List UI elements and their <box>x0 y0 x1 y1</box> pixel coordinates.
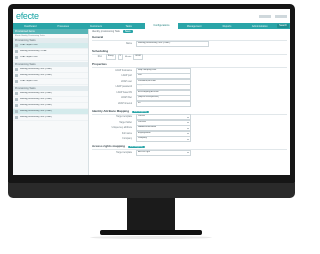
sidebar-item-label: Identity provisioning Task (LDAP) <box>20 116 53 119</box>
sidebar-item-label: Identity provisioning / LDAP <box>20 50 47 53</box>
sidebar-sections: Provisioning Tasks LDAP Import Task Identi… <box>13 38 88 121</box>
access-title: Access rights mapping <box>92 144 126 148</box>
form-field: Target template Access right <box>92 149 287 156</box>
form-field: LDAP timeout 60 <box>92 100 287 107</box>
field-select[interactable]: company <box>136 136 191 143</box>
sidebar-item-label: Identity provisioning Task (LDAP) <box>20 74 53 77</box>
sidebar-item-label: Identity provisioning Task (LDAP) <box>20 68 53 71</box>
field-label: LDAP base DN <box>116 91 132 94</box>
monitor-chin <box>8 183 295 198</box>
save-button[interactable]: Save <box>122 30 133 33</box>
app-logo[interactable]: efecte <box>16 11 39 21</box>
sidebar-item[interactable]: LDAP Import Task <box>13 79 88 85</box>
stand-shadow <box>90 236 212 239</box>
tab-processes[interactable]: Processes <box>47 25 80 28</box>
tab-administration[interactable]: Administration <box>243 25 276 28</box>
main-panel: Identity provisioning Task Save General … <box>89 29 290 175</box>
task-icon <box>15 92 18 95</box>
task-icon <box>15 68 18 71</box>
access-fields: Target template Access right <box>92 149 287 156</box>
sidebar-item-label: LDAP Import Task <box>20 44 38 47</box>
task-icon <box>15 56 18 59</box>
sidebar-item-label: Identity provisioning Task (LDAP) <box>20 104 53 107</box>
field-label: LDAP port <box>121 75 132 78</box>
top-menu-item[interactable] <box>275 14 287 18</box>
top-bar: efecte <box>13 9 290 23</box>
breadcrumb: Identity provisioning Task Save <box>92 30 287 33</box>
field-label: Target folder <box>119 121 132 124</box>
field-label: Company <box>122 138 132 141</box>
tab-tasks[interactable]: Tasks <box>112 25 145 28</box>
sidebar-item-label: LDAP Import Task <box>20 56 38 59</box>
edit-mapping-button[interactable]: Edit mapping <box>131 110 149 113</box>
monitor-stand <box>127 198 175 232</box>
properties-fields: LDAP hostname ldap.company.com LDAP port 38… <box>92 67 287 107</box>
schedule-row: Run Every 5 Minute 00:00 <box>92 54 287 61</box>
sidebar-item-label: Identity provisioning Task (LDAP) <box>20 110 53 113</box>
edit-access-mapping-button[interactable]: Edit mapping <box>127 146 145 148</box>
sidebar-subtitle: Efecte Identity Provisioning Tasks <box>15 34 45 37</box>
monitor-base <box>100 230 202 235</box>
sidebar-item[interactable]: Identity provisioning Task (LDAP) <box>13 115 88 121</box>
schedule-mode-select[interactable]: Every <box>106 54 116 61</box>
top-right-menu <box>255 14 287 18</box>
search-button[interactable]: Search <box>277 24 290 28</box>
sidebar: Provisioned items Efecte Identity Provis… <box>13 29 89 175</box>
content-area: Provisioned items Efecte Identity Provis… <box>13 29 290 175</box>
breadcrumb-text[interactable]: Identity provisioning Task <box>92 30 120 33</box>
field-label: LDAP timeout <box>117 102 132 105</box>
field-input[interactable]: 60 <box>136 100 191 107</box>
field-label: LDAP filter <box>121 97 132 100</box>
field-label: Unique key attribute <box>111 127 132 130</box>
schedule-time-input[interactable]: 00:00 <box>133 54 143 61</box>
sidebar-item[interactable]: LDAP Import Task <box>13 55 88 61</box>
tab-dashboard[interactable]: Dashboard <box>14 25 47 28</box>
schedule-unit: Minute <box>124 56 132 59</box>
task-icon <box>15 44 18 47</box>
task-icon <box>15 74 18 77</box>
name-field: Name Identity provisioning Task (LDAP) <box>92 40 287 47</box>
task-icon <box>15 98 18 101</box>
tab-customers[interactable]: Customers <box>80 25 113 28</box>
tab-management[interactable]: Management <box>178 25 211 28</box>
tab-reports[interactable]: Reports <box>211 25 244 28</box>
task-icon <box>15 110 18 113</box>
task-icon <box>15 116 18 119</box>
sidebar-item-label: LDAP Import Task <box>20 80 38 83</box>
field-select[interactable]: Access right <box>136 149 191 156</box>
top-menu-item[interactable] <box>259 14 271 18</box>
field-label: Target template <box>116 151 132 154</box>
field-label: Name <box>125 42 132 45</box>
screen: efecte Dashboard Processes Customers Tasks C… <box>13 9 290 175</box>
field-label: LDAP password <box>115 86 132 89</box>
field-label: Full name <box>121 132 132 135</box>
sidebar-item-label: Identity provisioning Task (LDAP) <box>20 92 53 95</box>
field-label: LDAP hostname <box>115 69 132 72</box>
task-icon <box>15 104 18 107</box>
schedule-interval-input[interactable]: 5 <box>117 54 123 61</box>
field-label: Target template <box>116 116 132 119</box>
sidebar-item-label: Identity provisioning Task (LDAP) <box>20 98 53 101</box>
schedule-label: Run <box>97 56 102 59</box>
task-icon <box>15 50 18 53</box>
mapping-title: Identity Attribute Mapping <box>92 108 130 113</box>
mapping-fields: Target template Person Target folder Person… <box>92 114 287 143</box>
form-field: Company company <box>92 136 287 143</box>
name-input[interactable]: Identity provisioning Task (LDAP) <box>136 40 209 47</box>
task-icon <box>15 80 18 83</box>
field-label: LDAP user <box>120 80 132 83</box>
